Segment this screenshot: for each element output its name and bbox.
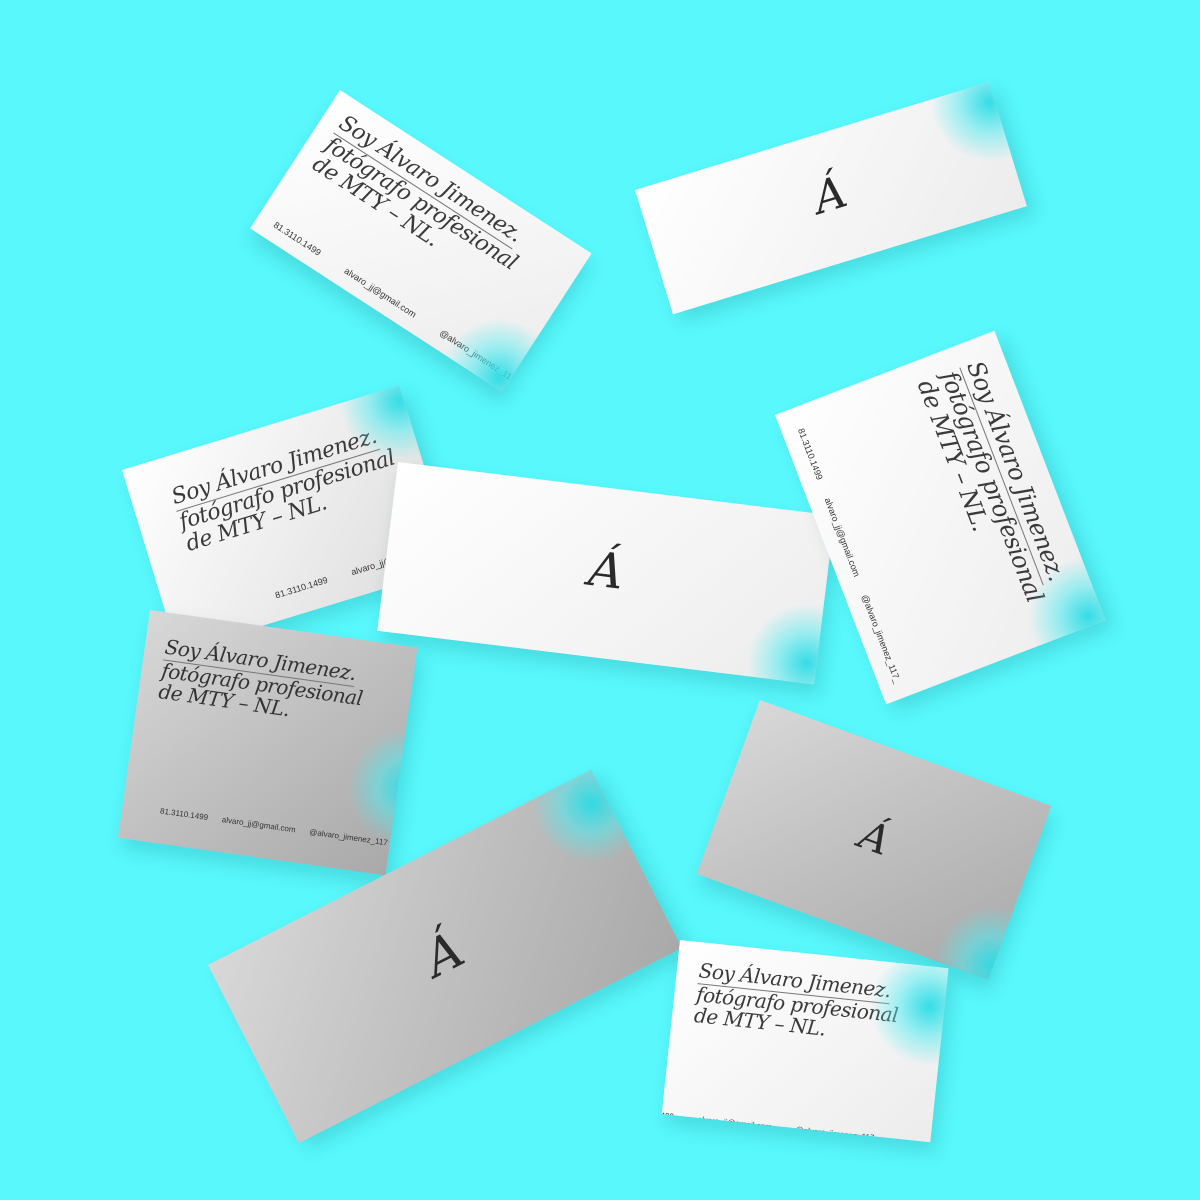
business-card-front-1: Soy Álvaro Jimenez. fotógrafo profesiona… [250, 90, 592, 392]
instagram-text: @alvaro_jimenez_117_ [859, 593, 903, 685]
business-card-front-5: Soy Álvaro Jimenez. fotógrafo profesiona… [661, 940, 949, 1143]
instagram-text: @alvaro_jimenez_117_ [795, 1125, 880, 1143]
email-text: alvaro_jj@gmail.com [342, 265, 419, 320]
phone-text: 81.3110.1499 [271, 219, 323, 258]
monogram-mark: Á [585, 540, 627, 601]
business-card-front-3: Soy Álvaro Jimenez. fotógrafo profesiona… [775, 330, 1106, 705]
email-text: alvaro_jj@gmail.com [697, 1114, 773, 1132]
business-card-back-2: Á [377, 462, 835, 685]
phone-text: 81.3110.1499 [795, 426, 825, 482]
phone-text: 81.3110.1499 [273, 574, 329, 601]
card-contact-info: 81.3110.1499 alvaro_jj@gmail.com @alvaro… [662, 1107, 879, 1142]
card-headline: Soy Álvaro Jimenez. fotógrafo profesiona… [157, 635, 367, 731]
cyan-glow [739, 596, 835, 685]
cyan-glow [914, 81, 1027, 178]
monogram-mark: Á [414, 920, 474, 989]
email-text: alvaro_jj@gmail.com [221, 815, 297, 835]
phone-text: 81.3110.1499 [661, 1107, 675, 1122]
business-card-front-4: Soy Álvaro Jimenez. fotógrafo profesiona… [117, 610, 418, 876]
monogram-mark: Á [807, 166, 853, 225]
business-card-back-1: Á [635, 81, 1027, 315]
cyan-glow [415, 294, 582, 392]
monogram-mark: Á [853, 811, 897, 865]
phone-text: 81.3110.1499 [159, 806, 209, 823]
cyan-glow [510, 769, 673, 885]
business-card-back-4: Á [696, 700, 1052, 980]
